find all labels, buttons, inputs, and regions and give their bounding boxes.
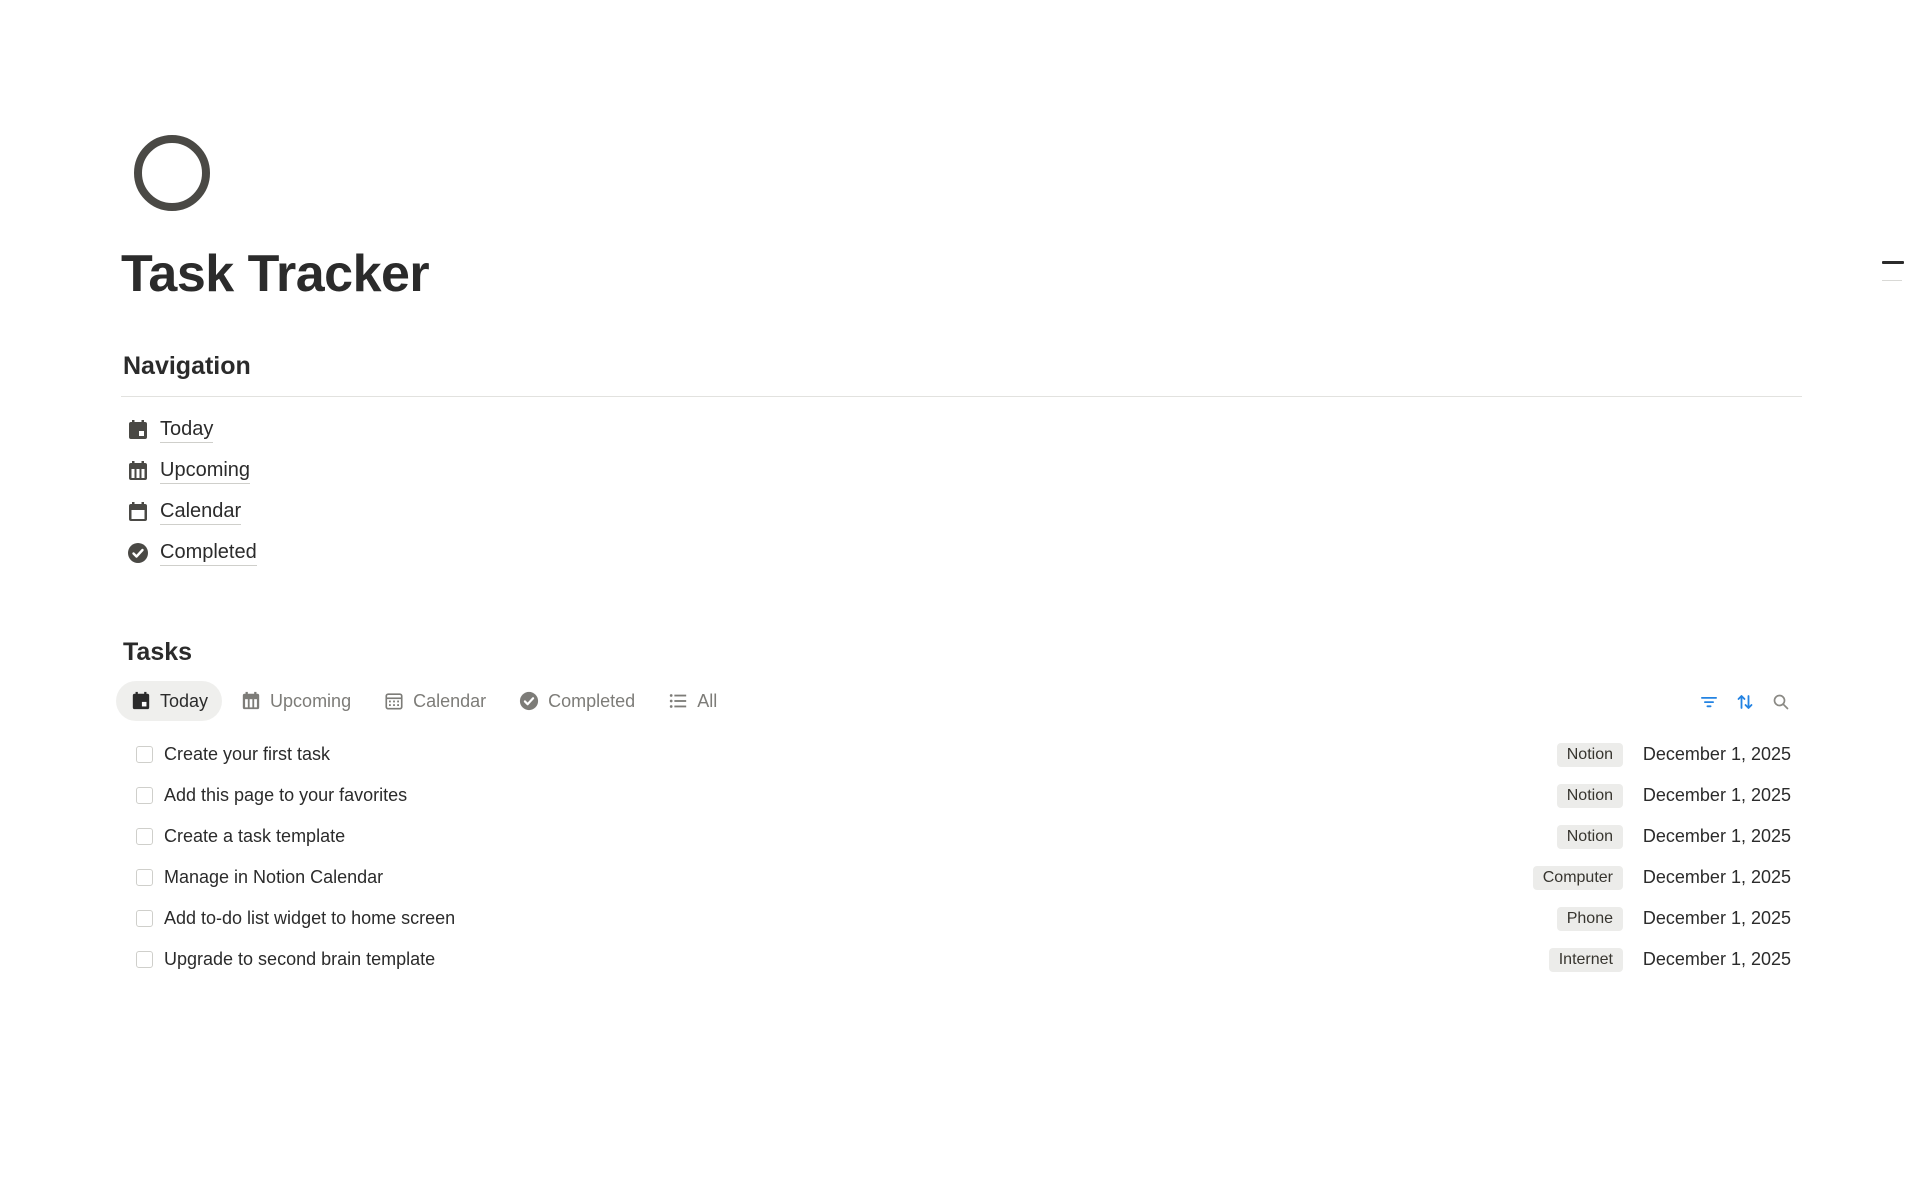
task-date[interactable]: December 1, 2025 [1643,867,1791,888]
calendar-today-icon [126,418,150,442]
nav-link-label: Upcoming [160,458,251,484]
task-checkbox[interactable] [136,787,153,804]
view-toolbar [1696,689,1804,715]
calendar-icon [126,500,150,524]
nav-link-label: Today [160,417,214,443]
task-title[interactable]: Create your first task [164,744,330,765]
task-title[interactable]: Add to-do list widget to home screen [164,908,455,929]
tab-calendar[interactable]: Calendar [369,681,500,721]
task-date[interactable]: December 1, 2025 [1643,949,1791,970]
tab-completed[interactable]: Completed [504,681,649,721]
sort-icon[interactable] [1732,689,1758,715]
task-tag[interactable]: Notion [1556,742,1623,767]
divider [121,396,1802,397]
task-date[interactable]: December 1, 2025 [1643,785,1791,806]
toc-line-active [1882,261,1904,264]
task-tag[interactable]: Internet [1548,947,1623,972]
tab-label: Calendar [413,690,487,711]
task-row[interactable]: Manage in Notion Calendar Computer Decem… [121,857,1802,898]
view-tabs: Today Upcoming Calendar Completed All [116,681,735,721]
search-icon[interactable] [1768,689,1794,715]
task-tag[interactable]: Notion [1556,783,1623,808]
nav-link-completed[interactable]: Completed [126,532,257,573]
task-title[interactable]: Upgrade to second brain template [164,949,435,970]
check-circle-icon [518,690,540,712]
nav-link-label: Calendar [160,499,242,525]
task-checkbox[interactable] [136,951,153,968]
calendar-grid-icon [383,690,405,712]
task-title[interactable]: Manage in Notion Calendar [164,867,383,888]
task-title[interactable]: Add this page to your favorites [164,785,407,806]
task-tag[interactable]: Notion [1556,824,1623,849]
calendar-week-icon [240,690,262,712]
calendar-week-icon [126,459,150,483]
tab-label: All [697,690,718,711]
task-row[interactable]: Create your first task Notion December 1… [121,734,1802,775]
task-row[interactable]: Upgrade to second brain template Interne… [121,939,1802,980]
toc-line [1882,280,1902,281]
page-title[interactable]: Task Tracker [121,244,430,304]
list-icon [667,690,689,712]
nav-link-label: Completed [160,540,257,566]
nav-link-today[interactable]: Today [126,409,257,450]
calendar-today-icon [130,690,152,712]
circle-outline-icon[interactable] [133,134,211,212]
tasks-heading: Tasks [123,638,193,666]
check-circle-icon [126,541,150,565]
tab-label: Upcoming [270,690,352,711]
task-row[interactable]: Create a task template Notion December 1… [121,816,1802,857]
task-checkbox[interactable] [136,869,153,886]
task-row[interactable]: Add this page to your favorites Notion D… [121,775,1802,816]
task-title[interactable]: Create a task template [164,826,345,847]
task-date[interactable]: December 1, 2025 [1643,826,1791,847]
tab-label: Completed [548,690,636,711]
task-row[interactable]: Add to-do list widget to home screen Pho… [121,898,1802,939]
tab-label: Today [160,690,209,711]
page: Task Tracker Navigation Today Upcoming C… [0,0,1920,1199]
navigation-heading: Navigation [123,352,251,380]
task-checkbox[interactable] [136,828,153,845]
table-of-contents-indicator[interactable] [1882,261,1904,285]
task-date[interactable]: December 1, 2025 [1643,744,1791,765]
task-checkbox[interactable] [136,746,153,763]
tab-all[interactable]: All [653,681,731,721]
task-tag[interactable]: Computer [1532,865,1623,890]
nav-link-calendar[interactable]: Calendar [126,491,257,532]
tab-upcoming[interactable]: Upcoming [226,681,365,721]
nav-link-upcoming[interactable]: Upcoming [126,450,257,491]
filter-icon[interactable] [1696,689,1722,715]
tab-today[interactable]: Today [116,681,223,721]
task-checkbox[interactable] [136,910,153,927]
navigation-list: Today Upcoming Calendar Completed [126,409,257,573]
task-list: Create your first task Notion December 1… [121,734,1802,980]
task-tag[interactable]: Phone [1556,906,1623,931]
task-date[interactable]: December 1, 2025 [1643,908,1791,929]
